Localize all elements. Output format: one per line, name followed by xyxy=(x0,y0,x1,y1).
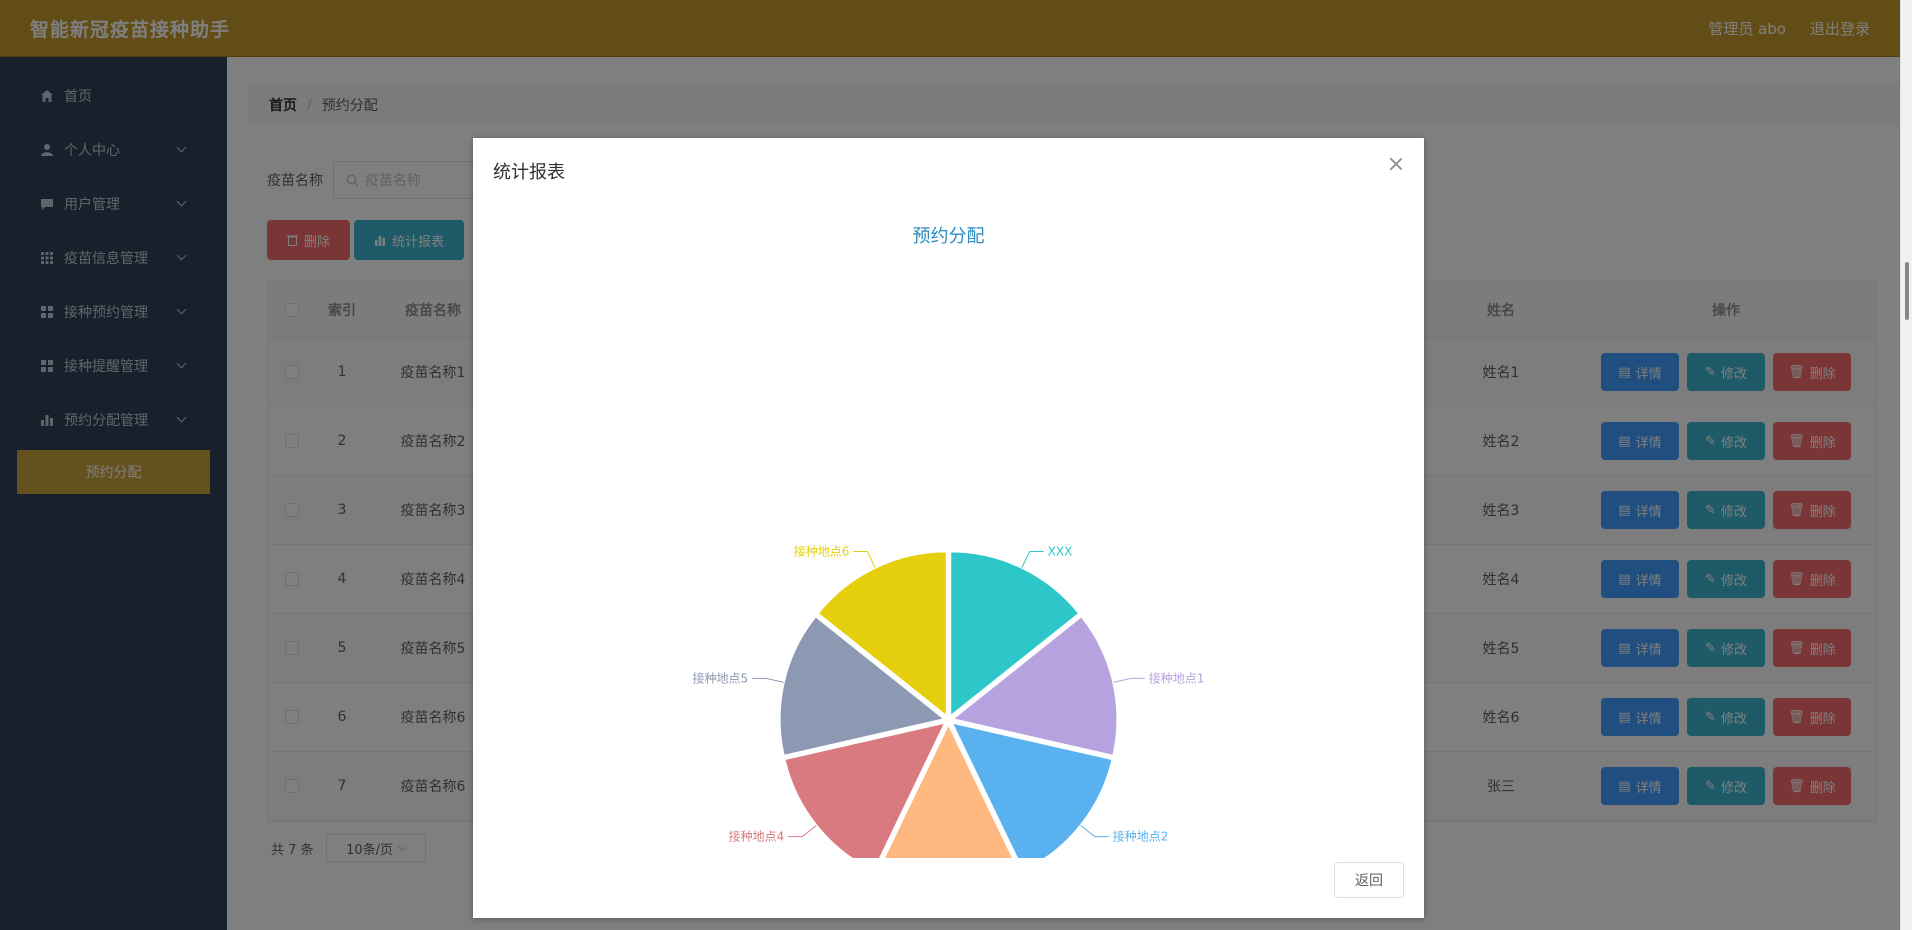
close-icon[interactable] xyxy=(1388,156,1404,172)
pie-label-line xyxy=(752,677,784,683)
pie-label-line xyxy=(788,824,817,838)
pie-label: 接种地点5 xyxy=(693,670,749,685)
pie-chart: XXX接种地点1接种地点2接种地点3接种地点4接种地点5接种地点6 xyxy=(693,544,1205,858)
pie-label: 接种地点4 xyxy=(729,829,785,844)
pie-label: 接种地点6 xyxy=(794,544,850,559)
scrollbar-thumb[interactable] xyxy=(1905,262,1909,320)
pie-label: 接种地点1 xyxy=(1149,670,1205,685)
stats-dialog: 统计报表 预约分配 XXX接种地点1接种地点2接种地点3接种地点4接种地点5接种… xyxy=(473,138,1424,918)
page-scrollbar[interactable] xyxy=(1900,0,1912,930)
chart-title: 预约分配 xyxy=(912,226,985,247)
back-button[interactable]: 返回 xyxy=(1334,862,1404,898)
pie-label: 接种地点2 xyxy=(1113,829,1169,844)
pie-label-line xyxy=(1080,824,1109,838)
pie-label: XXX xyxy=(1048,545,1073,559)
dialog-title: 统计报表 xyxy=(493,162,565,183)
pie-label-line xyxy=(853,551,876,568)
pie-label-line xyxy=(1021,551,1044,568)
pie-label-line xyxy=(1113,677,1145,683)
